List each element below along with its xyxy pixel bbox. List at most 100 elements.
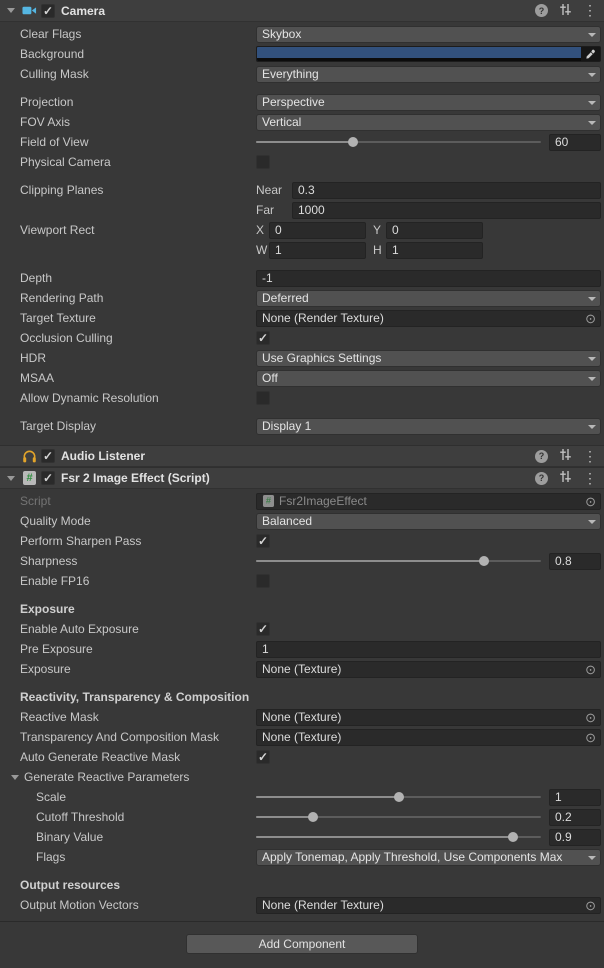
field-of-view-input[interactable]: 60 — [549, 134, 601, 151]
perform-sharpen-pass-checkbox[interactable] — [256, 534, 270, 548]
depth-input[interactable]: -1 — [256, 270, 601, 287]
script-object-field[interactable]: # Fsr2ImageEffect ⊙ — [256, 493, 601, 510]
camera-foldout-icon[interactable] — [4, 4, 18, 18]
physical-camera-checkbox[interactable] — [256, 155, 270, 169]
clipping-planes-near-row: Clipping Planes Near 0.3 — [0, 180, 604, 200]
occlusion-culling-checkbox[interactable] — [256, 331, 270, 345]
slider-thumb[interactable] — [394, 792, 404, 802]
presets-icon[interactable] — [559, 470, 572, 486]
clear-flags-dropdown[interactable]: Skybox — [256, 26, 601, 43]
pre-exposure-input[interactable]: 1 — [256, 641, 601, 658]
inspector-panel: Camera ? ⋮ Clear Flags Skybox Background — [0, 0, 604, 968]
depth-row: Depth -1 — [0, 268, 604, 288]
slider-thumb[interactable] — [308, 812, 318, 822]
presets-icon[interactable] — [559, 448, 572, 464]
object-picker-icon[interactable]: ⊙ — [585, 311, 596, 326]
flags-dropdown[interactable]: Apply Tonemap, Apply Threshold, Use Comp… — [256, 849, 601, 866]
allow-dynamic-resolution-checkbox[interactable] — [256, 391, 270, 405]
sharpness-slider[interactable] — [256, 551, 541, 571]
quality-mode-dropdown[interactable]: Balanced — [256, 513, 601, 530]
enable-auto-exposure-row: Enable Auto Exposure — [0, 619, 604, 639]
kebab-menu-icon[interactable]: ⋮ — [583, 4, 597, 17]
rendering-path-dropdown[interactable]: Deferred — [256, 290, 601, 307]
object-picker-icon[interactable]: ⊙ — [585, 730, 596, 745]
viewport-x-input[interactable]: 0 — [269, 222, 366, 239]
camera-title: Camera — [61, 4, 105, 18]
hdr-row: HDR Use Graphics Settings — [0, 348, 604, 368]
projection-row: Projection Perspective — [0, 92, 604, 112]
fov-axis-dropdown[interactable]: Vertical — [256, 114, 601, 131]
reactive-mask-object-field[interactable]: None (Texture) ⊙ — [256, 709, 601, 726]
camera-component-header[interactable]: Camera ? ⋮ — [0, 0, 604, 22]
object-picker-icon[interactable]: ⊙ — [585, 898, 596, 913]
cutoff-threshold-slider[interactable] — [256, 807, 541, 827]
auto-generate-reactive-mask-checkbox[interactable] — [256, 750, 270, 764]
field-of-view-slider[interactable] — [256, 132, 541, 152]
viewport-rect-wh-row: W 1 H 1 — [0, 240, 604, 260]
generate-reactive-parameters-row[interactable]: Generate Reactive Parameters — [0, 767, 604, 787]
culling-mask-dropdown[interactable]: Everything — [256, 66, 601, 83]
viewport-y-input[interactable]: 0 — [386, 222, 483, 239]
scale-input[interactable]: 1 — [549, 789, 601, 806]
hdr-dropdown[interactable]: Use Graphics Settings — [256, 350, 601, 367]
output-motion-vectors-object-field[interactable]: None (Render Texture) ⊙ — [256, 897, 601, 914]
perform-sharpen-pass-row: Perform Sharpen Pass — [0, 531, 604, 551]
headphones-icon — [21, 448, 38, 464]
target-texture-object-field[interactable]: None (Render Texture) ⊙ — [256, 310, 601, 327]
transparency-and-composition-mask-row: Transparency And Composition Mask None (… — [0, 727, 604, 747]
msaa-dropdown[interactable]: Off — [256, 370, 601, 387]
kebab-menu-icon[interactable]: ⋮ — [583, 450, 597, 463]
foldout-icon[interactable] — [8, 770, 22, 784]
audio-listener-component-header[interactable]: Audio Listener ? ⋮ — [0, 445, 604, 467]
target-display-dropdown[interactable]: Display 1 — [256, 418, 601, 435]
viewport-h-input[interactable]: 1 — [386, 242, 483, 259]
fsr2-foldout-icon[interactable] — [4, 471, 18, 485]
csharp-script-icon: # — [21, 470, 38, 486]
exposure-object-field[interactable]: None (Texture) ⊙ — [256, 661, 601, 678]
output-motion-vectors-row: Output Motion Vectors None (Render Textu… — [0, 895, 604, 915]
binary-value-row: Binary Value 0.9 — [0, 827, 604, 847]
fsr2-enabled-checkbox[interactable] — [41, 471, 55, 485]
enable-auto-exposure-checkbox[interactable] — [256, 622, 270, 636]
exposure-section-header: Exposure — [0, 599, 604, 619]
camera-enabled-checkbox[interactable] — [41, 4, 55, 18]
cutoff-threshold-input[interactable]: 0.2 — [549, 809, 601, 826]
binary-value-slider[interactable] — [256, 827, 541, 847]
scale-slider[interactable] — [256, 787, 541, 807]
viewport-rect-xy-row: Viewport Rect X 0 Y 0 — [0, 220, 604, 240]
add-component-button[interactable]: Add Component — [186, 934, 418, 954]
slider-thumb[interactable] — [348, 137, 358, 147]
field-of-view-row: Field of View 60 — [0, 132, 604, 152]
transparency-mask-object-field[interactable]: None (Texture) ⊙ — [256, 729, 601, 746]
slider-thumb[interactable] — [508, 832, 518, 842]
occlusion-culling-row: Occlusion Culling — [0, 328, 604, 348]
pre-exposure-row: Pre Exposure 1 — [0, 639, 604, 659]
fsr2-component-header[interactable]: # Fsr 2 Image Effect (Script) ? ⋮ — [0, 467, 604, 489]
viewport-w-input[interactable]: 1 — [269, 242, 366, 259]
clear-flags-row: Clear Flags Skybox — [0, 24, 604, 44]
script-row: Script # Fsr2ImageEffect ⊙ — [0, 491, 604, 511]
background-color-swatch[interactable] — [257, 47, 581, 61]
camera-icon — [21, 3, 38, 19]
binary-value-input[interactable]: 0.9 — [549, 829, 601, 846]
eyedropper-icon[interactable] — [581, 47, 600, 61]
far-clip-input[interactable]: 1000 — [292, 202, 601, 219]
enable-fp16-checkbox[interactable] — [256, 574, 270, 588]
background-color-field[interactable] — [256, 46, 601, 62]
object-picker-icon[interactable]: ⊙ — [585, 710, 596, 725]
slider-thumb[interactable] — [479, 556, 489, 566]
object-picker-icon[interactable]: ⊙ — [585, 662, 596, 677]
audio-listener-enabled-checkbox[interactable] — [41, 449, 55, 463]
help-icon[interactable]: ? — [535, 450, 548, 463]
near-clip-input[interactable]: 0.3 — [292, 182, 601, 199]
object-picker-icon[interactable]: ⊙ — [585, 494, 596, 509]
audio-listener-title: Audio Listener — [61, 449, 145, 463]
help-icon[interactable]: ? — [535, 472, 548, 485]
physical-camera-row: Physical Camera — [0, 152, 604, 172]
projection-dropdown[interactable]: Perspective — [256, 94, 601, 111]
kebab-menu-icon[interactable]: ⋮ — [583, 472, 597, 485]
sharpness-input[interactable]: 0.8 — [549, 553, 601, 570]
presets-icon[interactable] — [559, 3, 572, 19]
help-icon[interactable]: ? — [535, 4, 548, 17]
fsr2-body: Script # Fsr2ImageEffect ⊙ Quality Mode … — [0, 489, 604, 921]
